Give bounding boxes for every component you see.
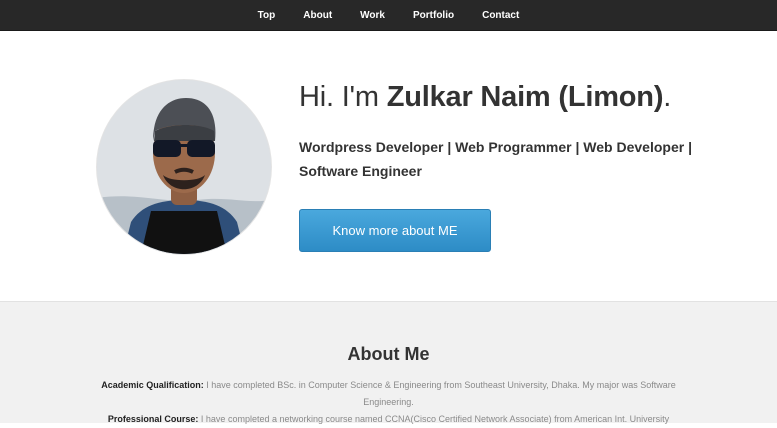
academic-qualification: Academic Qualification: I have completed… xyxy=(90,377,687,411)
hero-section: Hi. I'm Zulkar Naim (Limon). Wordpress D… xyxy=(0,31,777,301)
academic-text: I have completed BSc. in Computer Scienc… xyxy=(203,380,676,407)
academic-label: Academic Qualification: xyxy=(101,380,204,390)
nav-about-link[interactable]: About xyxy=(289,0,346,31)
profile-photo-illustration xyxy=(97,80,271,254)
nav-top-link[interactable]: Top xyxy=(244,0,290,31)
hero-greeting: Hi. I'm xyxy=(299,81,387,113)
professional-course: Professional Course: I have completed a … xyxy=(90,411,687,428)
nav-contact-link[interactable]: Contact xyxy=(468,0,533,31)
nav-work-link[interactable]: Work xyxy=(346,0,399,31)
hero-name: Zulkar Naim (Limon) xyxy=(386,81,664,113)
about-section: About Me Academic Qualification: I have … xyxy=(0,301,777,424)
about-title: About Me xyxy=(347,344,430,364)
profile-photo xyxy=(97,80,271,254)
nav-portfolio-link[interactable]: Portfolio xyxy=(399,0,468,31)
know-more-button[interactable]: Know more about ME xyxy=(299,209,491,252)
hero-title-period: . xyxy=(663,81,672,113)
top-navigation: Top About Work Portfolio Contact xyxy=(0,0,777,31)
hero-title: Hi. I'm Zulkar Naim (Limon). xyxy=(299,81,671,114)
hero-roles: Wordpress Developer | Web Programmer | W… xyxy=(299,139,692,179)
